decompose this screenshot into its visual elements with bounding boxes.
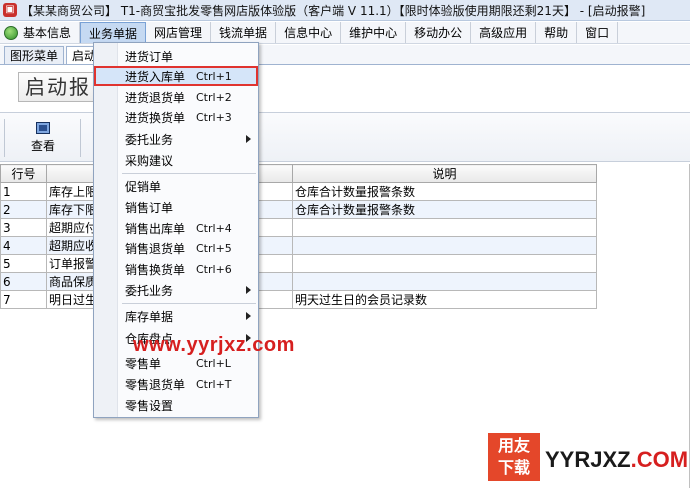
- menu-item-purchase-order[interactable]: 进货订单: [96, 46, 256, 66]
- column-header-row-no[interactable]: 行号: [0, 164, 47, 183]
- title-bar: ▣ 【某某商贸公司】 T1-商贸宝批发零售网店版体验版（客户端 V 11.1）【…: [0, 0, 690, 21]
- row-name: 超期应收: [46, 236, 95, 255]
- submenu-arrow-icon: [246, 135, 251, 143]
- menu-item-retail-settings[interactable]: 零售设置: [96, 395, 256, 415]
- row-name: 订单报警: [46, 254, 95, 273]
- row-description: 仓库合计数量报警条数: [292, 200, 597, 219]
- menu-item-sales-delivery[interactable]: 销售出库单 Ctrl+4: [96, 218, 256, 238]
- table-row[interactable]: 1 库存上限 仓库合计数量报警条数: [0, 182, 597, 201]
- menu-item-retail-return[interactable]: 零售退货单 Ctrl+T: [96, 374, 256, 394]
- menu-item-consignment[interactable]: 委托业务: [96, 129, 256, 149]
- submenu-arrow-icon: [246, 286, 251, 294]
- menu-cash-documents[interactable]: 钱流单据: [211, 22, 277, 43]
- menu-item-purchase-suggestion[interactable]: 采购建议: [96, 150, 256, 170]
- row-number: 4: [0, 236, 47, 255]
- menu-mobile-office[interactable]: 移动办公: [406, 22, 472, 43]
- row-description: [292, 236, 597, 255]
- watermark-url: www.yyrjxz.com: [133, 334, 295, 356]
- toolbar-divider: [80, 119, 81, 157]
- row-description: 明天过生日的会员记录数: [292, 290, 597, 309]
- window-title: 【某某商贸公司】 T1-商贸宝批发零售网店版体验版（客户端 V 11.1）【限时…: [21, 3, 646, 18]
- watermark-site: YYRJXZ.COM: [545, 447, 689, 472]
- row-number: 7: [0, 290, 47, 309]
- row-name: 超期应付: [46, 218, 95, 237]
- menu-item-purchase-receipt[interactable]: 进货入库单 Ctrl+1: [94, 66, 258, 86]
- menu-bar: 基本信息 业务单据 网店管理 钱流单据 信息中心 维护中心 移动办公 高级应用 …: [0, 22, 690, 44]
- menu-item-sales-order[interactable]: 销售订单: [96, 197, 256, 217]
- row-description: [292, 272, 597, 291]
- row-number: 6: [0, 272, 47, 291]
- row-number: 1: [0, 182, 47, 201]
- tab-graphic-menu[interactable]: 图形菜单: [4, 46, 65, 64]
- table-row[interactable]: 6 商品保质: [0, 272, 597, 291]
- column-header-description[interactable]: 说明: [292, 164, 597, 183]
- table-row[interactable]: 5 订单报警: [0, 254, 597, 273]
- menu-business-documents[interactable]: 业务单据: [80, 22, 147, 43]
- row-description: [292, 218, 597, 237]
- view-button-label: 查看: [30, 139, 55, 153]
- view-icon: [36, 122, 50, 134]
- menu-item-purchase-exchange[interactable]: 进货换货单 Ctrl+3: [96, 107, 256, 127]
- row-name: 明日过生: [46, 290, 95, 309]
- row-number: 5: [0, 254, 47, 273]
- menu-info-center[interactable]: 信息中心: [276, 22, 342, 43]
- business-documents-dropdown: 进货订单 进货入库单 Ctrl+1 进货退货单 Ctrl+2 进货换货单 Ctr…: [93, 42, 259, 418]
- row-name: 库存上限: [46, 182, 95, 201]
- menu-advanced[interactable]: 高级应用: [471, 22, 537, 43]
- menu-separator: [122, 303, 256, 304]
- menu-window[interactable]: 窗口: [577, 22, 619, 43]
- table-row[interactable]: 7 明日过生 明天过生日的会员记录数: [0, 290, 597, 309]
- column-header-name[interactable]: [46, 164, 95, 183]
- toolbar-divider: [4, 119, 5, 157]
- menu-item-inventory-documents[interactable]: 库存单据: [96, 306, 256, 326]
- alert-grid: 行号 录数 说明 1 库存上限 仓库合计数量报警条数 2 库存下限 仓库合计数量…: [0, 164, 597, 309]
- watermark-logo-badge: 用友 下载: [488, 433, 540, 481]
- menu-item-sales-return[interactable]: 销售退货单 Ctrl+5: [96, 238, 256, 258]
- menu-online-store[interactable]: 网店管理: [146, 22, 212, 43]
- menu-item-consignment-sales[interactable]: 委托业务: [96, 280, 256, 300]
- menu-maintenance-center[interactable]: 维护中心: [341, 22, 407, 43]
- globe-icon: [4, 25, 18, 40]
- row-name: 库存下限: [46, 200, 95, 219]
- table-row[interactable]: 4 超期应收: [0, 236, 597, 255]
- menu-help[interactable]: 帮助: [536, 22, 578, 43]
- table-row[interactable]: 2 库存下限 仓库合计数量报警条数: [0, 200, 597, 219]
- app-icon: ▣: [3, 3, 17, 17]
- row-description: 仓库合计数量报警条数: [292, 182, 597, 201]
- menu-item-promotion[interactable]: 促销单: [96, 176, 256, 196]
- table-row[interactable]: 3 超期应付: [0, 218, 597, 237]
- menu-item-sales-exchange[interactable]: 销售换货单 Ctrl+6: [96, 259, 256, 279]
- menu-basic-info[interactable]: 基本信息: [0, 22, 81, 43]
- menu-separator: [122, 173, 256, 174]
- row-name: 商品保质: [46, 272, 95, 291]
- view-button[interactable]: 查看: [12, 118, 74, 158]
- menu-item-purchase-return[interactable]: 进货退货单 Ctrl+2: [96, 87, 256, 107]
- row-number: 3: [0, 218, 47, 237]
- row-number: 2: [0, 200, 47, 219]
- row-description: [292, 254, 597, 273]
- submenu-arrow-icon: [246, 312, 251, 320]
